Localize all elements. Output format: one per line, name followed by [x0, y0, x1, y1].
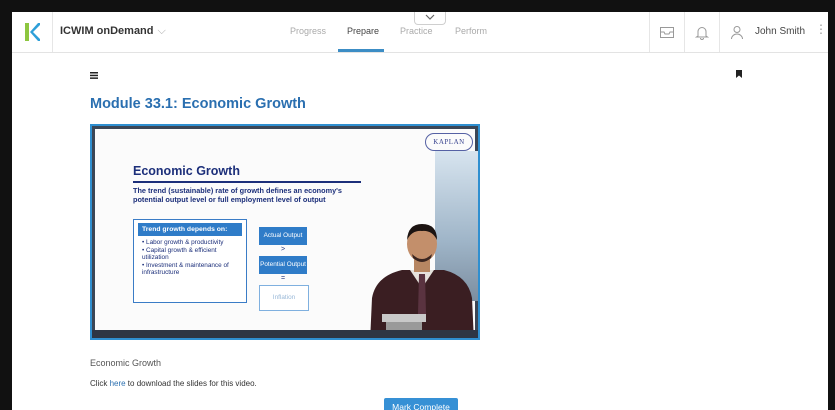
equals-symbol: = [281, 275, 286, 282]
tab-practice[interactable]: Practice [400, 26, 433, 36]
kaplan-slide-logo: KAPLAN [425, 133, 473, 151]
trend-factor-list: • Labor growth & productivity • Capital … [134, 236, 246, 277]
video-controls-bar[interactable] [92, 330, 478, 338]
chevron-down-icon: ⌵ [157, 25, 166, 37]
tab-progress[interactable]: Progress [290, 26, 326, 36]
list-icon[interactable] [90, 66, 98, 84]
tab-perform[interactable]: Perform [455, 26, 487, 36]
user-icon [731, 25, 743, 39]
tab-prepare[interactable]: Prepare [347, 26, 379, 36]
app-title: ICWIM onDemand [60, 25, 154, 37]
actual-output-box: Actual Output [259, 227, 307, 245]
profile-button[interactable] [719, 12, 754, 52]
top-navigation-bar: ICWIM onDemand ⌵ Progress Prepare Practic… [12, 12, 828, 53]
list-item: • Investment & maintenance of infrastruc… [142, 261, 229, 277]
trend-growth-box: Trend growth depends on: • Labor growth … [133, 219, 247, 303]
app-switcher[interactable]: ICWIM onDemand ⌵ [60, 25, 166, 38]
inbox-button[interactable] [649, 12, 684, 52]
kaplan-logo-icon[interactable] [12, 12, 53, 52]
list-item: • Labor growth & productivity [142, 239, 224, 246]
mark-complete-button[interactable]: Mark Complete [384, 398, 458, 410]
slide-title: Economic Growth [133, 164, 240, 178]
potential-output-box: Potential Output [259, 256, 307, 274]
bookmark-icon[interactable] [736, 65, 742, 83]
chevron-down-icon [425, 14, 435, 20]
notifications-button[interactable] [684, 12, 719, 52]
bell-icon [695, 26, 709, 40]
video-caption: Economic Growth [90, 358, 162, 368]
greater-than-symbol: > [281, 246, 286, 253]
list-item: • Capital growth & efficient utilization [142, 246, 217, 262]
trend-box-heading: Trend growth depends on: [138, 223, 242, 236]
page-title: Module 33.1: Economic Growth [90, 96, 306, 112]
presenter-image [370, 224, 474, 338]
more-options-icon[interactable]: ⋮ [815, 22, 827, 36]
inbox-icon [660, 27, 674, 38]
inflation-box: Inflation [259, 285, 309, 311]
user-name[interactable]: John Smith [755, 26, 805, 37]
video-player[interactable]: KAPLAN Economic Growth The trend (sustai… [90, 124, 480, 340]
download-slides-text: Click here to download the slides for th… [90, 379, 257, 388]
slide-definition: The trend (sustainable) rate of growth d… [133, 186, 342, 204]
app-window: ICWIM onDemand ⌵ Progress Prepare Practic… [12, 12, 828, 410]
active-tab-indicator [338, 49, 384, 52]
slide-divider [133, 181, 361, 183]
download-slides-link[interactable]: here [110, 379, 126, 388]
expand-panel-toggle[interactable] [414, 12, 446, 25]
